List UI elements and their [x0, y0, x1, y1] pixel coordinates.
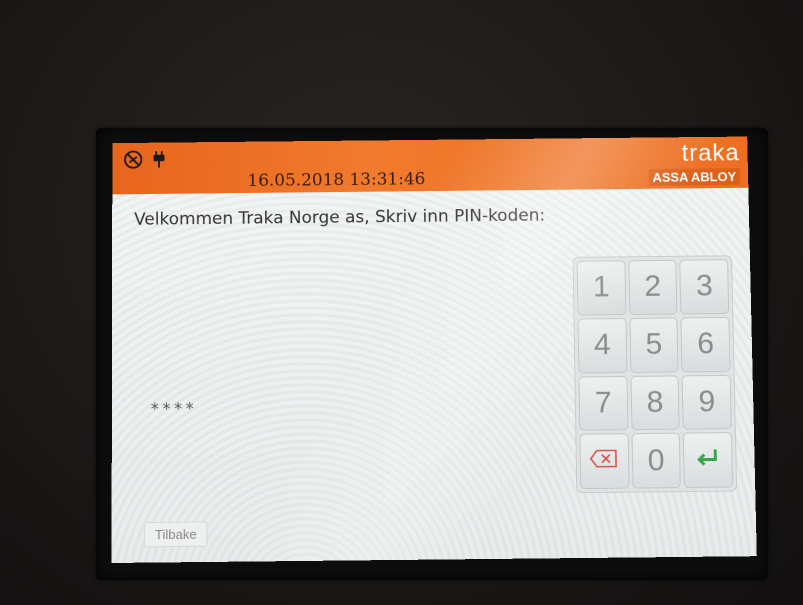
key-5[interactable]: 5: [629, 317, 679, 373]
power-plug-icon: [148, 148, 170, 170]
key-8[interactable]: 8: [630, 374, 680, 431]
network-disabled-icon: [122, 149, 144, 171]
assa-abloy-logo: ASSA ABLOY: [648, 168, 741, 186]
numeric-keypad: 1 2 3 4 5 6 7 8 9 0: [572, 255, 738, 494]
welcome-prompt: Velkommen Traka Norge as, Skriv inn PIN-…: [134, 205, 546, 230]
brand: traka ASSA ABLOY: [648, 139, 741, 186]
header-bar: 16.05.2018 13:31:46 traka ASSA ABLOY: [112, 136, 749, 195]
key-6[interactable]: 6: [680, 316, 731, 372]
key-3[interactable]: 3: [679, 259, 730, 315]
datetime-display: 16.05.2018 13:31:46: [247, 169, 426, 191]
enter-key[interactable]: [683, 432, 734, 489]
backspace-icon: [589, 444, 620, 479]
key-0[interactable]: 0: [631, 432, 682, 489]
back-button[interactable]: Tilbake: [143, 521, 208, 548]
enter-icon: [693, 443, 724, 478]
touch-screen: 16.05.2018 13:31:46 traka ASSA ABLOY Vel…: [111, 136, 757, 563]
backspace-key[interactable]: [579, 433, 630, 490]
pin-entry-display: ****: [149, 398, 197, 419]
status-icons: [122, 148, 170, 170]
key-9[interactable]: 9: [681, 374, 732, 430]
traka-logo: traka: [681, 139, 740, 167]
key-4[interactable]: 4: [577, 317, 628, 373]
key-2[interactable]: 2: [628, 259, 678, 315]
key-7[interactable]: 7: [578, 375, 629, 431]
key-1[interactable]: 1: [576, 260, 627, 316]
